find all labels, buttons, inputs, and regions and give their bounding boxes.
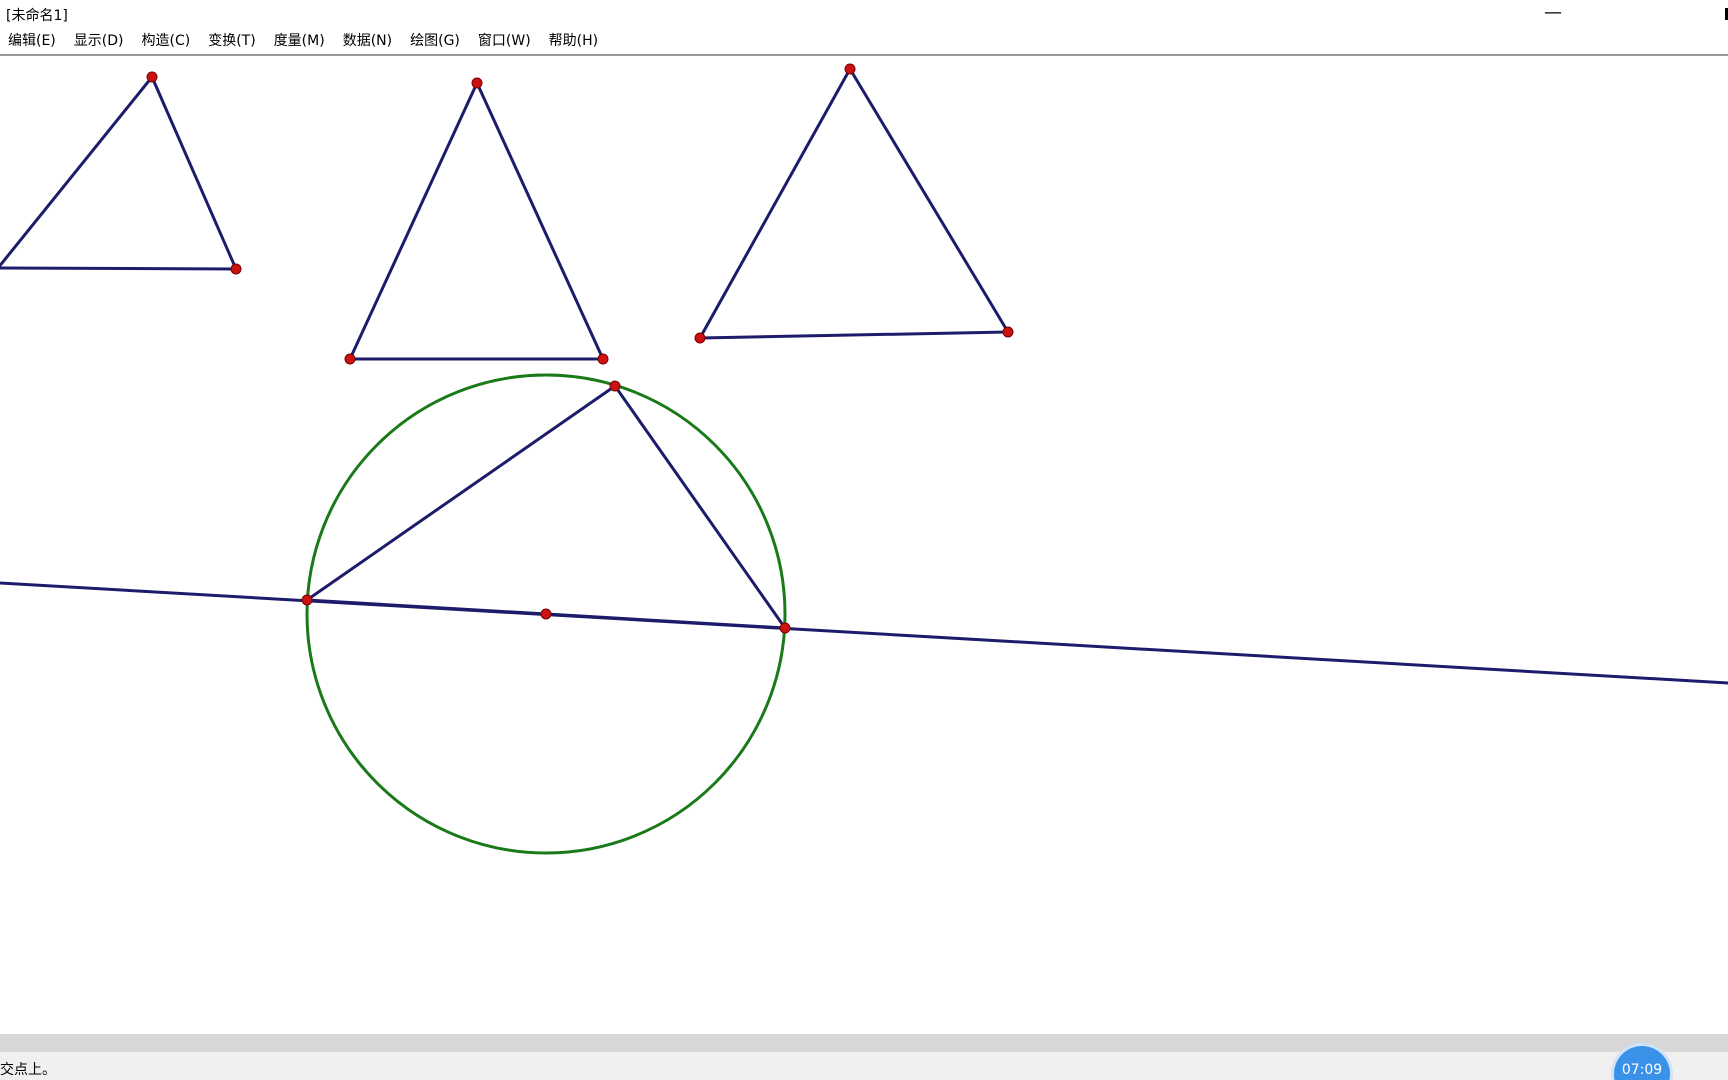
menu-edit[interactable]: 编辑(E) — [0, 29, 64, 53]
menu-measure[interactable]: 度量(M) — [266, 29, 333, 53]
menu-window[interactable]: 窗口(W) — [470, 29, 539, 53]
geometry-sketchpad-window: [未命名1] — 编辑(E) 显示(D) 构造(C) 变换(T) 度量(M) 数… — [0, 0, 1728, 1080]
minimize-button[interactable]: — — [1530, 0, 1576, 28]
menu-help[interactable]: 帮助(H) — [541, 29, 606, 53]
point[interactable] — [344, 353, 356, 365]
menu-display[interactable]: 显示(D) — [66, 29, 132, 53]
point[interactable] — [694, 332, 706, 344]
sketch-canvas[interactable] — [0, 56, 1728, 1034]
triangle-1-side-left[interactable] — [0, 76, 154, 268]
window-title: [未命名1] — [6, 8, 68, 24]
inscribed-side-left[interactable] — [306, 384, 616, 602]
triangle-3-side-right[interactable] — [848, 68, 1010, 333]
point[interactable] — [779, 622, 791, 634]
triangle-1[interactable] — [0, 76, 238, 271]
point[interactable] — [230, 263, 242, 275]
triangle-3-base[interactable] — [699, 330, 1009, 340]
points — [146, 63, 1014, 634]
inscribed-triangle[interactable] — [306, 384, 787, 630]
timer-text: 07:09 — [1621, 1062, 1663, 1078]
status-bar: 交点上。 — [0, 1052, 1728, 1080]
triangle-2-side-right[interactable] — [475, 82, 605, 360]
menu-construct[interactable]: 构造(C) — [134, 29, 199, 53]
triangle-3-side-left[interactable] — [698, 68, 852, 339]
point[interactable] — [301, 594, 313, 606]
point[interactable] — [597, 353, 609, 365]
point[interactable] — [609, 380, 621, 392]
point[interactable] — [844, 63, 856, 75]
point[interactable] — [471, 77, 483, 89]
triangle-2-side-left[interactable] — [348, 82, 479, 360]
triangle-1-base[interactable] — [0, 266, 237, 271]
point[interactable] — [146, 71, 158, 83]
triangle-2[interactable] — [348, 82, 605, 361]
horizontal-scrollbar[interactable] — [0, 1034, 1728, 1052]
status-text: 交点上。 — [0, 1062, 56, 1078]
title-bar[interactable]: [未命名1] — — [0, 0, 1728, 28]
point[interactable] — [1002, 326, 1014, 338]
center-point[interactable] — [540, 608, 552, 620]
menu-graph[interactable]: 绘图(G) — [402, 29, 468, 53]
line-through-diameter[interactable] — [0, 581, 1728, 685]
menu-number[interactable]: 数据(N) — [335, 29, 400, 53]
triangle-3[interactable] — [698, 68, 1010, 340]
triangle-1-side-right[interactable] — [150, 76, 238, 270]
menu-transform[interactable]: 变换(T) — [200, 29, 263, 53]
menu-bar: 编辑(E) 显示(D) 构造(C) 变换(T) 度量(M) 数据(N) 绘图(G… — [0, 28, 1728, 54]
